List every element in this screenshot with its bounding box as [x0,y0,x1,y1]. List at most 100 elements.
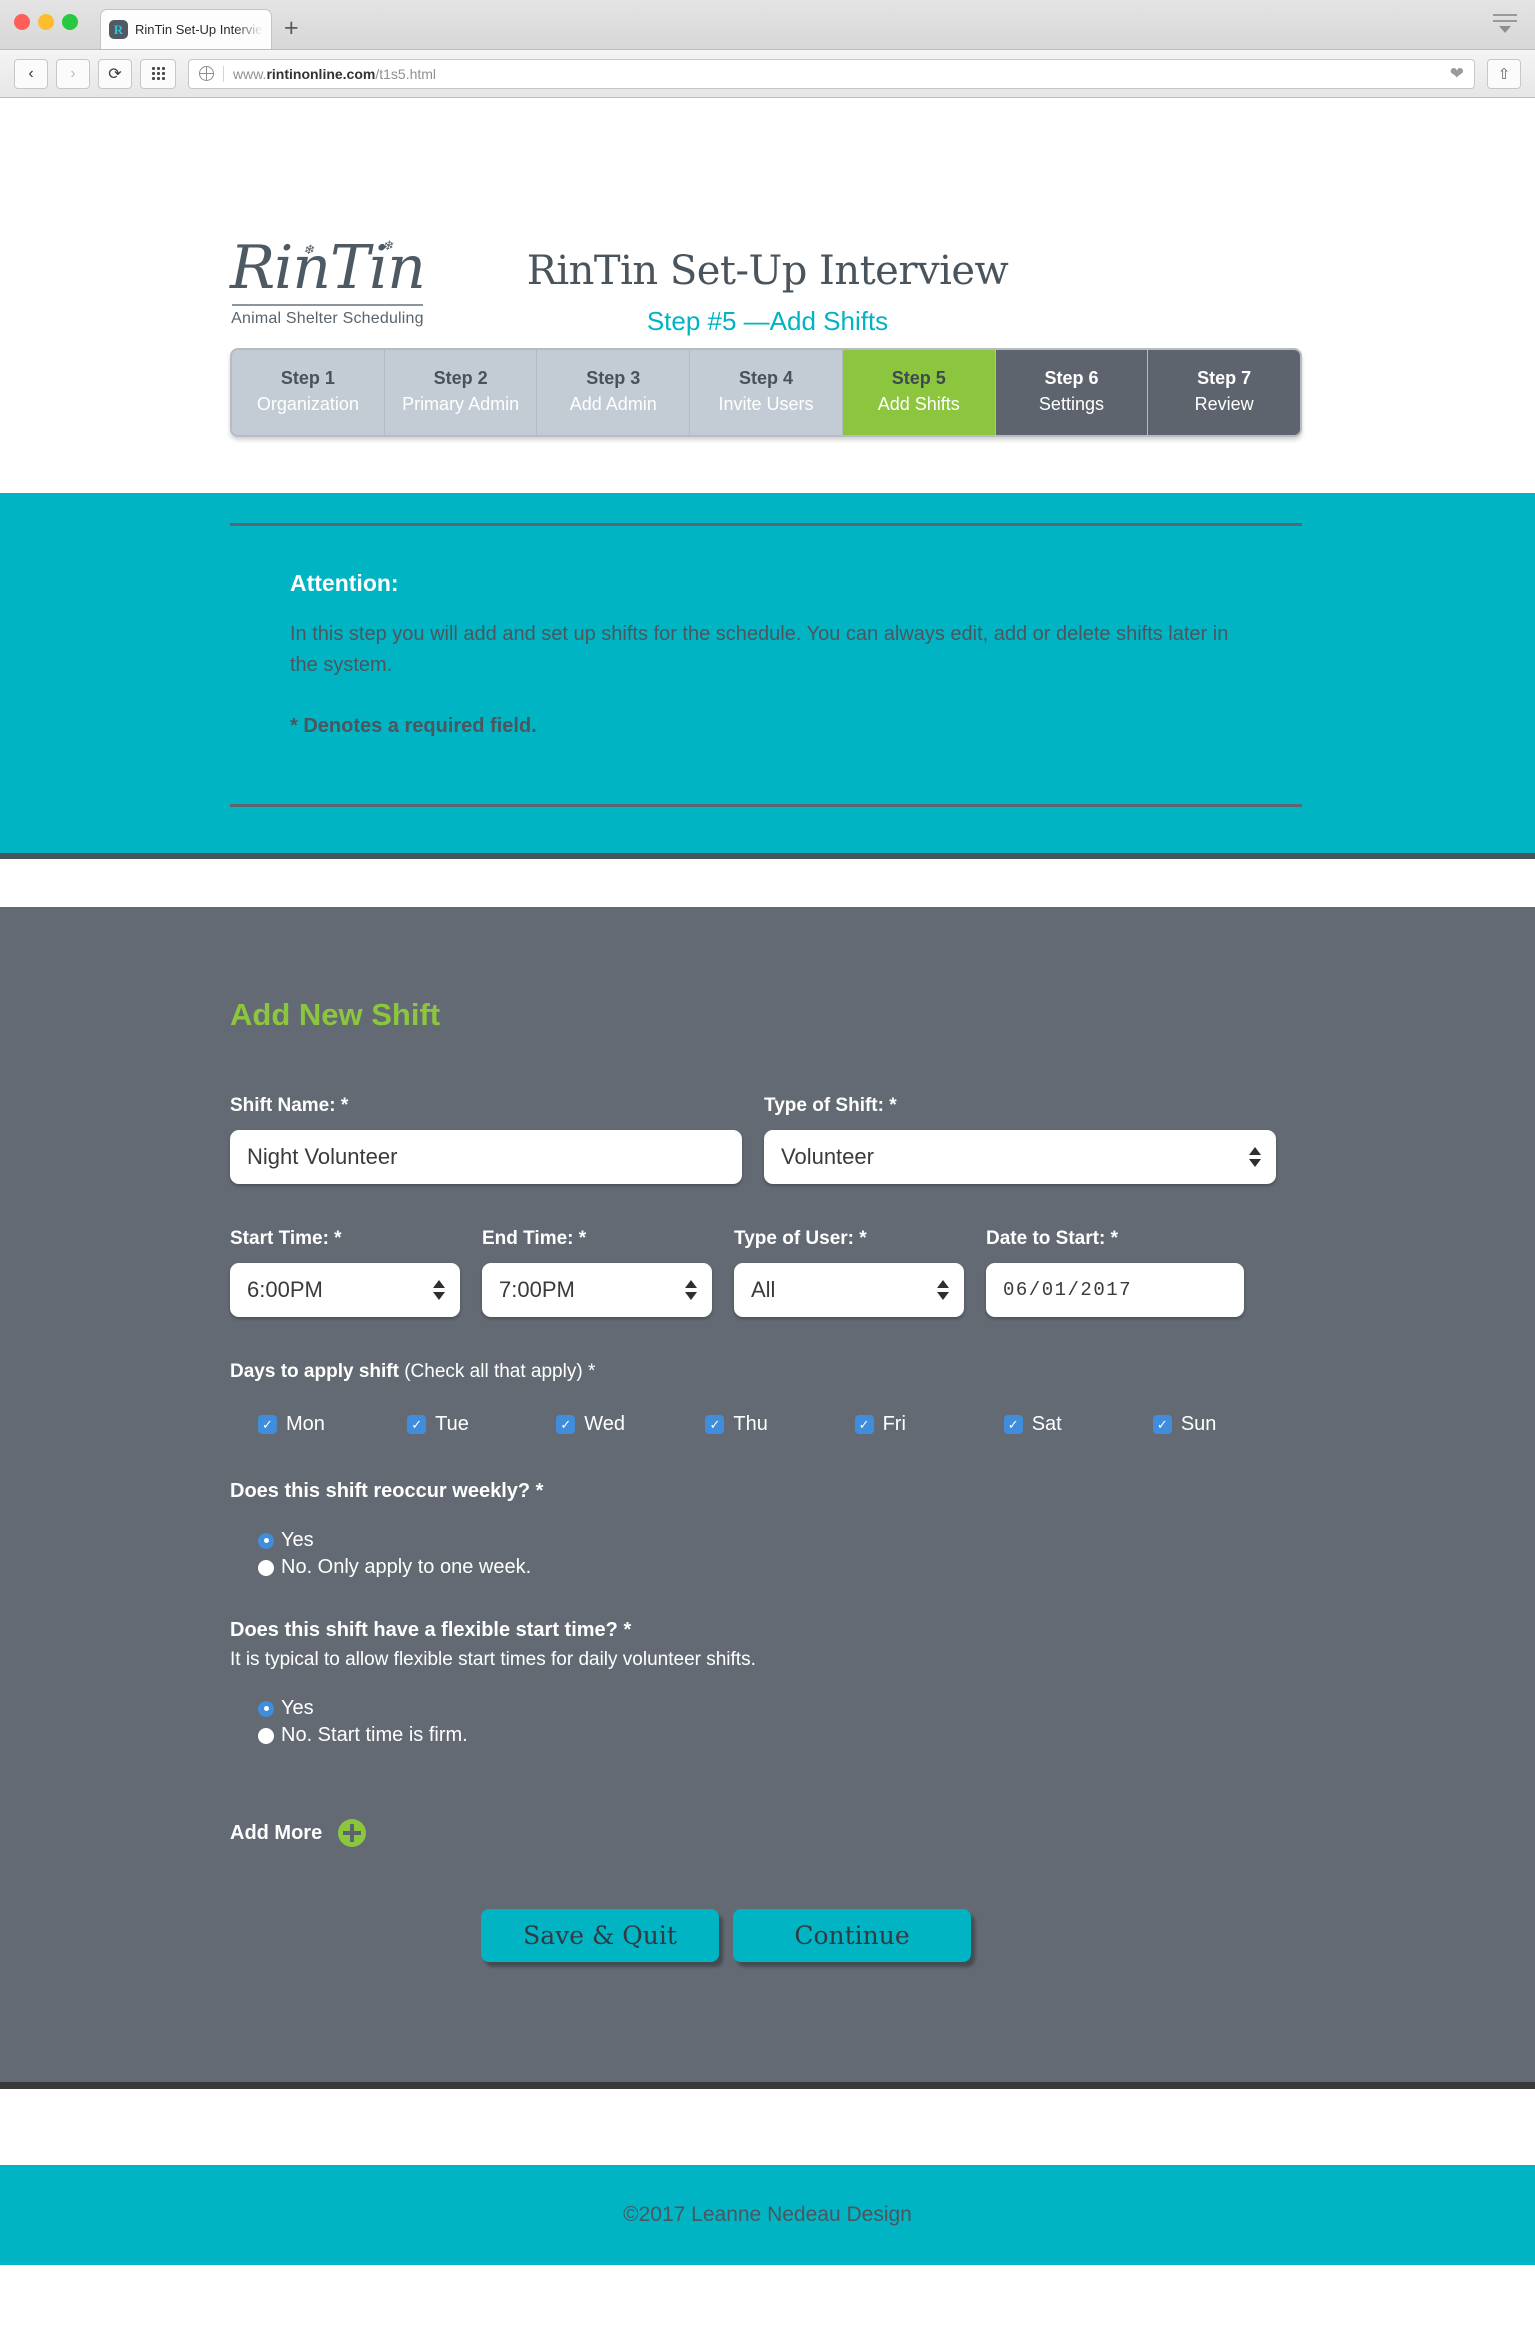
day-label: Thu [733,1413,768,1435]
reoccur-option-yes[interactable]: Yes [258,1529,1302,1552]
step-item-1[interactable]: Step 1 Organization [232,350,385,435]
flexible-option-yes[interactable]: Yes [258,1697,1302,1720]
save-and-quit-button[interactable]: Save & Quit [481,1909,719,1962]
day-checkbox-sun[interactable]: ✓ Sun [1152,1413,1302,1436]
step-item-7[interactable]: Step 7 Review [1148,350,1300,435]
type-of-shift-select[interactable]: Volunteer [764,1130,1276,1184]
apps-grid-button[interactable] [140,58,176,89]
radio-unselected-icon[interactable] [258,1727,274,1744]
continue-button[interactable]: Continue [733,1909,971,1962]
checkbox-checked-icon[interactable]: ✓ [705,1415,725,1434]
start-time-label: Start Time: * [230,1228,342,1249]
checkbox-checked-icon[interactable]: ✓ [258,1415,277,1434]
maximize-window-icon[interactable] [62,14,78,30]
chevron-down-icon [937,1292,949,1300]
window-traffic-lights[interactable] [14,14,78,30]
new-tab-button[interactable]: + [284,16,299,49]
spinner-arrows-icon[interactable] [1249,1147,1261,1167]
chevron-up-icon [685,1280,697,1288]
checkbox-checked-icon[interactable]: ✓ [407,1415,427,1434]
day-checkbox-thu[interactable]: ✓ Thu [705,1413,854,1436]
reload-button[interactable]: ⟳ [98,58,132,89]
step-number: Step 6 [1044,368,1099,388]
form-inner: Add New Shift Shift Name: * Night Volunt… [230,997,1302,1962]
spinner-arrows-icon[interactable] [685,1280,697,1300]
type-of-user-value: All [751,1277,776,1302]
spinner-arrows-icon[interactable] [937,1280,949,1300]
add-more-control[interactable]: Add More [230,1819,1302,1847]
flexible-start-options: Yes No. Start time is firm. [230,1697,1302,1747]
checkbox-checked-icon[interactable]: ✓ [1152,1415,1172,1434]
reoccur-weekly-block: Does this shift reoccur weekly? * Yes No… [230,1480,1302,1579]
tab-list-menu-icon[interactable] [1493,14,1517,33]
minimize-window-icon[interactable] [38,14,54,30]
start-time-value: 6:00PM [247,1277,323,1302]
field-end-time: End Time: * 7:00PM [482,1228,712,1317]
form-row-2: Start Time: * 6:00PM End Time: * 7:00PM [230,1228,1302,1317]
step-nav-wrapper: Step 1 Organization Step 2 Primary Admin… [0,348,1535,493]
radio-selected-icon[interactable] [258,1532,274,1549]
step-item-3[interactable]: Step 3 Add Admin [537,350,691,435]
globe-icon [198,65,214,81]
step-number: Step 5 [891,368,946,388]
footer-gap [0,2089,1535,2165]
required-field-note: * Denotes a required field. [290,715,537,737]
attention-inner: Attention: In this step you will add and… [230,523,1302,807]
close-window-icon[interactable] [14,14,30,30]
checkbox-checked-icon[interactable]: ✓ [1003,1415,1023,1434]
share-button[interactable]: ⇧ [1487,58,1521,89]
day-label: Wed [584,1413,626,1435]
shift-name-input[interactable]: Night Volunteer [230,1130,742,1184]
day-checkbox-wed[interactable]: ✓ Wed [556,1413,705,1436]
step-label: Primary Admin [402,394,520,414]
days-to-apply-block: Days to apply shift (Check all that appl… [230,1361,1302,1436]
attention-text: In this step you will add and set up shi… [290,623,1229,676]
step-item-2[interactable]: Step 2 Primary Admin [384,350,538,435]
plus-icon[interactable] [338,1819,367,1847]
step-item-6[interactable]: Step 6 Settings [995,350,1149,435]
spinner-arrows-icon[interactable] [433,1280,445,1300]
browser-tab-title: RinTin Set-Up Interview | Step [135,22,263,37]
field-type-of-shift: Type of Shift: * Volunteer [764,1095,1276,1184]
address-bar[interactable]: www.rintinonline.com/t1s5.html ❤ [188,58,1475,89]
field-type-of-user: Type of User: * All [734,1228,964,1317]
checkbox-checked-icon[interactable]: ✓ [556,1415,576,1434]
forward-button[interactable]: › [56,58,90,89]
reoccur-weekly-question: Does this shift reoccur weekly? * [230,1480,544,1502]
form-section-title: Add New Shift [230,997,441,1032]
step-label: Settings [1038,394,1104,414]
attention-bottom-divider [230,804,1302,807]
chevron-up-icon [1249,1147,1261,1155]
browser-nav-bar: ‹ › ⟳ www.rintinonline.com/t1s5.html ❤ ⇧ [0,50,1535,98]
reoccur-option-no[interactable]: No. Only apply to one week. [258,1556,1302,1579]
day-label: Sat [1031,1413,1062,1435]
attention-heading: Attention: [290,570,399,596]
back-button[interactable]: ‹ [14,58,48,89]
step-item-5-current[interactable]: Step 5 Add Shifts [842,350,996,435]
url-path: /t1s5.html [375,65,437,82]
page-content: RinTin ❄ ❄ Animal Shelter Scheduling Rin… [0,98,1535,2265]
menu-line [1493,20,1517,22]
flexible-option-no[interactable]: No. Start time is firm. [258,1724,1302,1747]
radio-unselected-icon[interactable] [258,1559,274,1576]
day-checkbox-fri[interactable]: ✓ Fri [854,1413,1004,1436]
field-date-to-start: Date to Start: * 06/01/2017 [986,1228,1244,1317]
type-of-user-label: Type of User: * [734,1228,867,1249]
end-time-select[interactable]: 7:00PM [482,1263,712,1317]
radio-selected-icon[interactable] [258,1700,274,1717]
radio-label: No. Only apply to one week. [281,1556,532,1578]
start-time-select[interactable]: 6:00PM [230,1263,460,1317]
day-checkbox-sat[interactable]: ✓ Sat [1003,1413,1153,1436]
attention-banner: Attention: In this step you will add and… [0,493,1535,859]
checkbox-checked-icon[interactable]: ✓ [854,1415,874,1434]
day-checkbox-mon[interactable]: ✓ Mon [258,1413,407,1436]
type-of-user-select[interactable]: All [734,1263,964,1317]
browser-tab[interactable]: R RinTin Set-Up Interview | Step [100,9,272,49]
date-to-start-input[interactable]: 06/01/2017 [986,1263,1244,1317]
step-item-4[interactable]: Step 4 Invite Users [690,350,843,435]
day-checkbox-tue[interactable]: ✓ Tue [407,1413,556,1436]
step-number: Step 1 [280,368,335,388]
days-label-sub: (Check all that apply) * [404,1361,596,1382]
heart-icon[interactable]: ❤ [1450,64,1464,84]
type-of-shift-label: Type of Shift: * [764,1095,897,1116]
